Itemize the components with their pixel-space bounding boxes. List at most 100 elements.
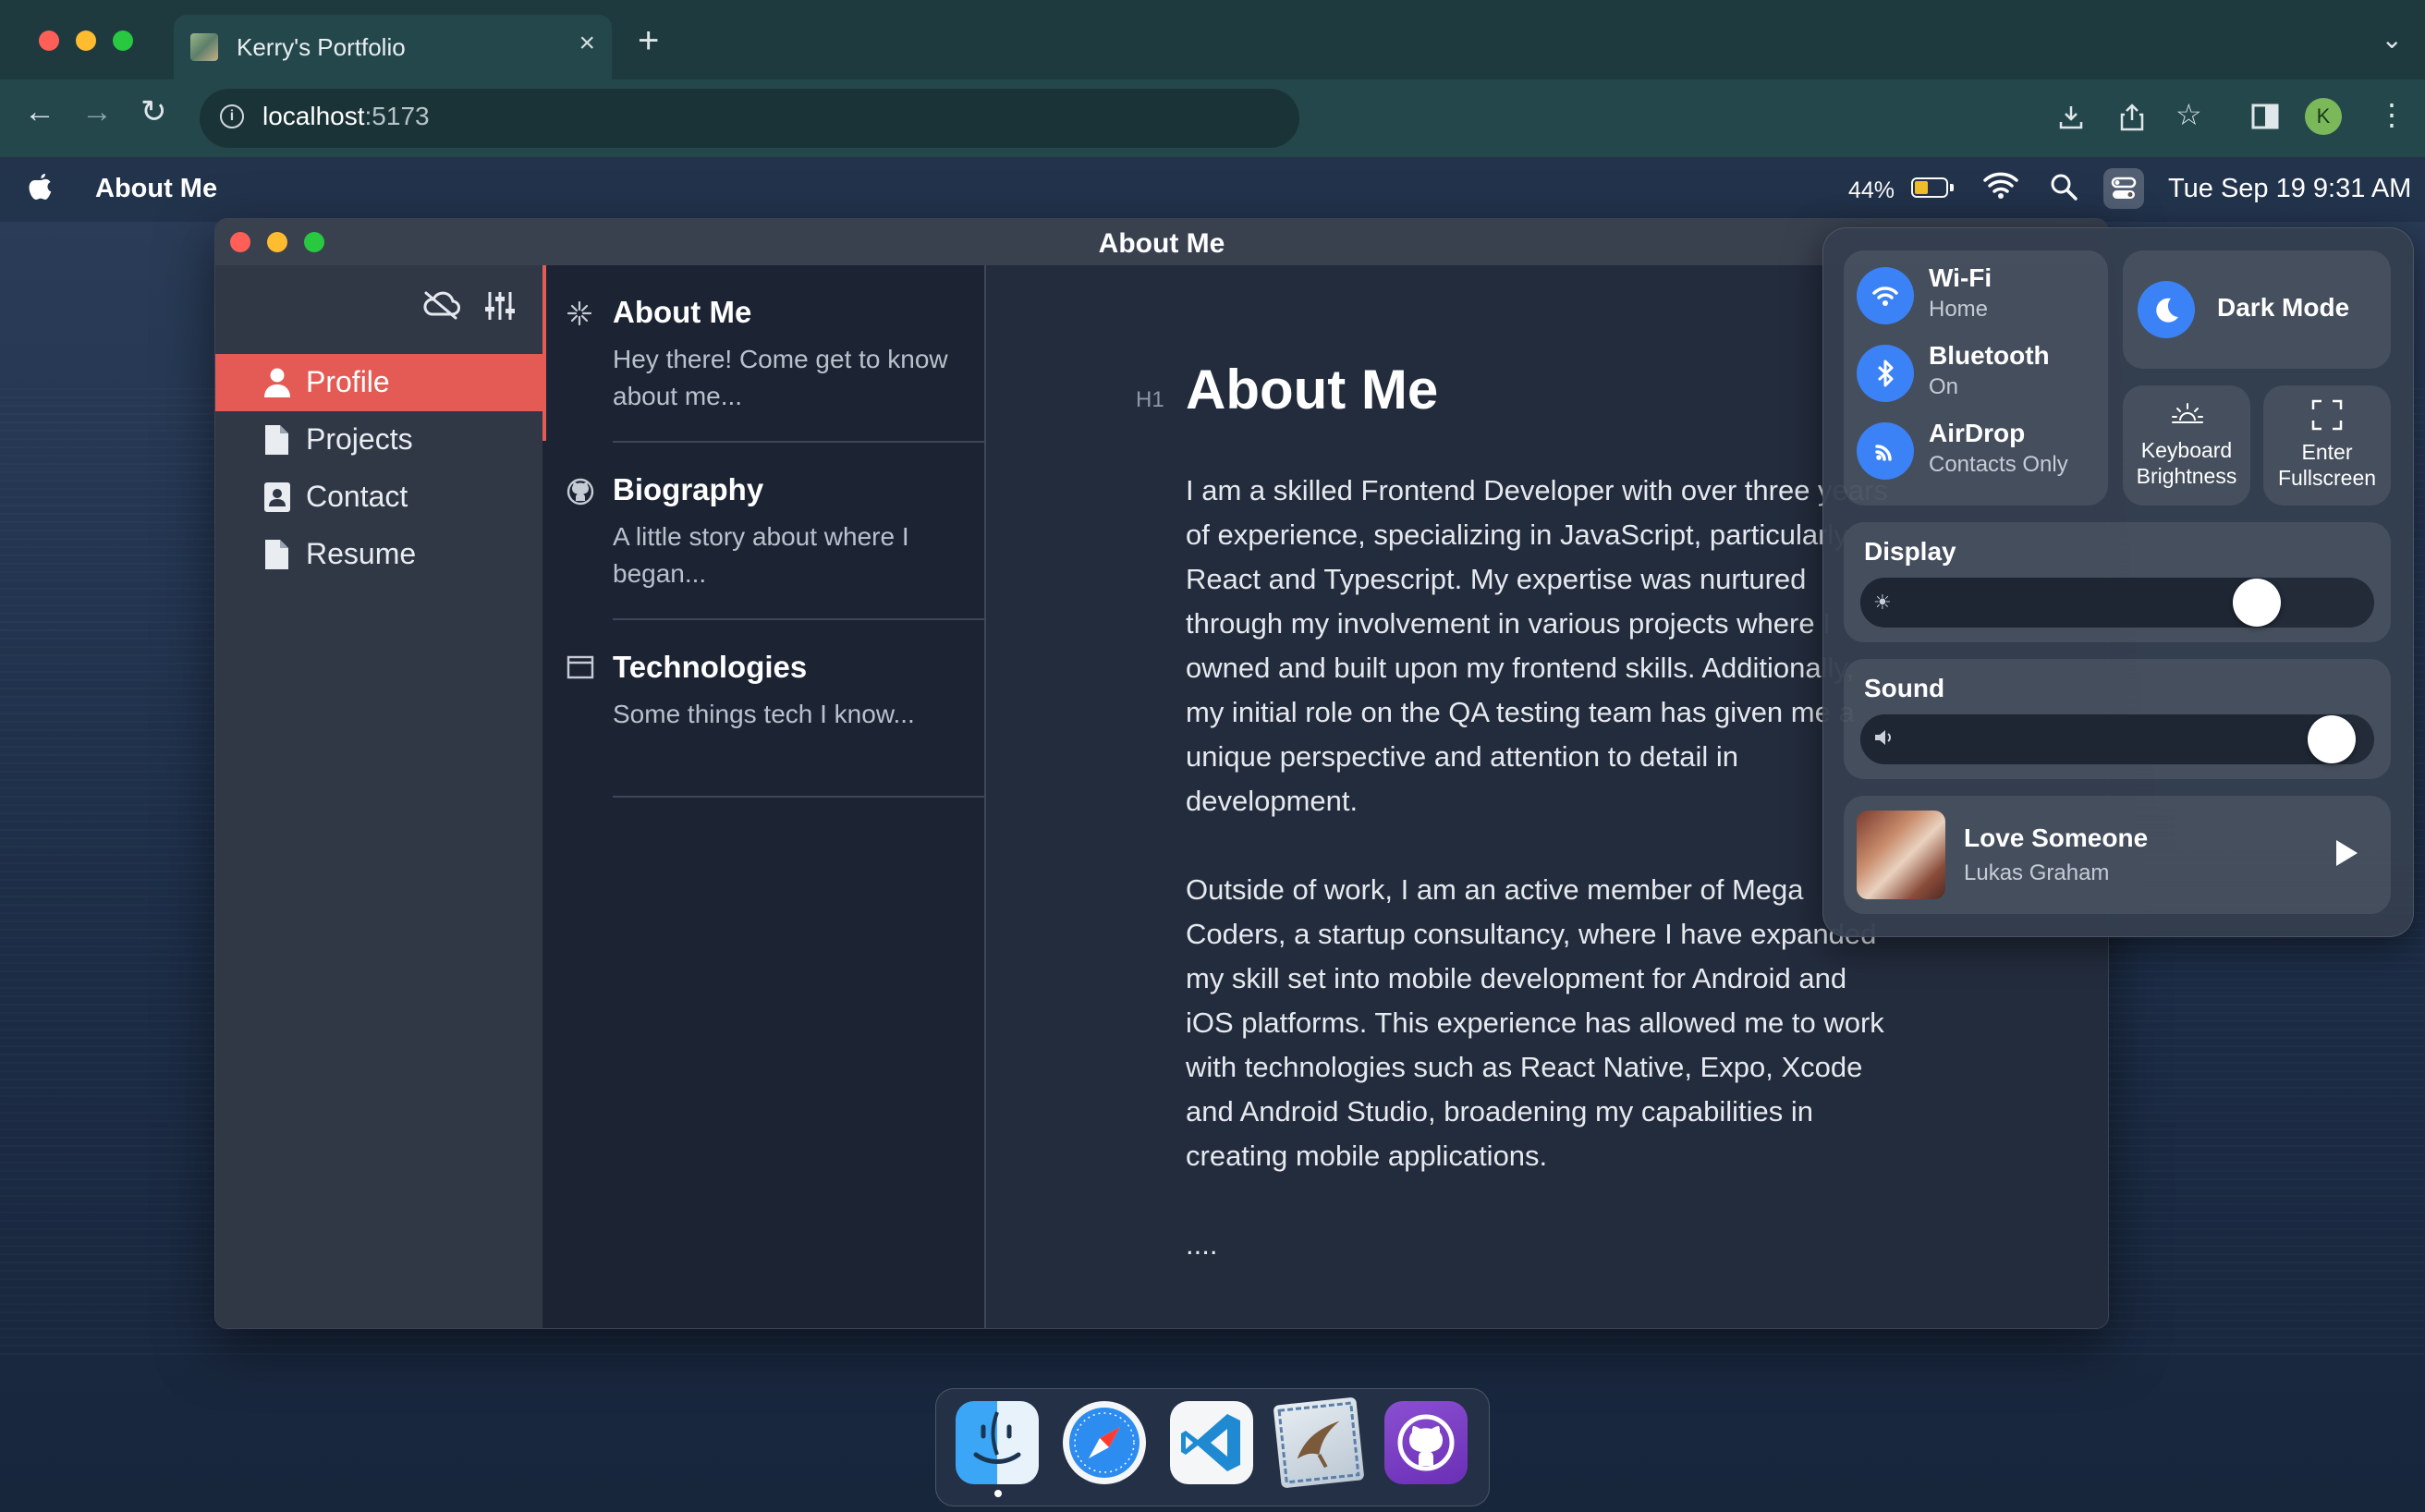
list-item-title: Technologies	[613, 650, 808, 684]
connectivity-name: AirDrop	[1929, 419, 2026, 447]
browser-close-button[interactable]	[39, 30, 59, 51]
profile-avatar[interactable]: K	[2305, 98, 2342, 135]
list-item-title: Biography	[613, 472, 764, 506]
github-icon[interactable]	[1384, 1401, 1468, 1484]
wifi-toggle[interactable]: Wi-Fi Home	[1857, 263, 2099, 334]
fullscreen-icon	[2310, 398, 2344, 436]
sliders-icon[interactable]	[483, 289, 517, 327]
apple-logo-icon[interactable]	[28, 172, 54, 210]
moon-icon	[2138, 281, 2195, 338]
now-playing-tile: Love Someone Lukas Graham	[1844, 796, 2391, 914]
display-label: Display	[1864, 537, 1956, 566]
install-app-icon[interactable]	[2057, 104, 2085, 136]
sidebar-item-profile[interactable]: Profile	[215, 354, 542, 411]
browser-minimize-button[interactable]	[76, 30, 96, 51]
tab-title: Kerry's Portfolio	[237, 33, 406, 61]
sidebar-item-projects[interactable]: Projects	[215, 411, 542, 469]
connectivity-status: On	[1929, 374, 1959, 399]
track-artist: Lukas Graham	[1964, 860, 2110, 885]
sidebar-item-label: Projects	[306, 422, 413, 456]
forward-arrow-icon[interactable]: →	[81, 96, 113, 128]
menubar-app-name[interactable]: About Me	[95, 174, 217, 204]
keyboard-brightness-icon	[2171, 402, 2204, 429]
article-ellipsis: ....	[1186, 1228, 1218, 1261]
fullscreen-line1: Enter	[2301, 440, 2353, 464]
back-arrow-icon[interactable]: ←	[24, 96, 55, 128]
sound-label: Sound	[1864, 674, 1945, 702]
browser-menu-icon[interactable]: ⋮	[2377, 100, 2407, 129]
list-divider	[613, 441, 984, 443]
finder-icon[interactable]	[956, 1401, 1039, 1484]
keyboard-brightness-line1: Keyboard	[2140, 438, 2233, 462]
bookmark-star-icon[interactable]: ☆	[2175, 100, 2202, 129]
list-item-technologies[interactable]: Technologies Some things tech I know...	[567, 650, 982, 770]
mail-icon[interactable]	[1273, 1396, 1365, 1489]
reload-icon[interactable]: ↻	[140, 96, 167, 128]
sidebar-item-contact[interactable]: Contact	[215, 469, 542, 526]
volume-slider-knob[interactable]	[2308, 715, 2356, 763]
list-item-description: Some things tech I know...	[613, 700, 915, 728]
tab-search-chevron-icon[interactable]: ⌄	[2382, 24, 2403, 55]
heading-level-marker: H1	[1136, 387, 1164, 412]
finder-running-indicator	[994, 1490, 1002, 1497]
airdrop-icon	[1857, 422, 1914, 480]
vscode-icon[interactable]	[1170, 1401, 1253, 1484]
control-center-icon[interactable]	[2103, 168, 2144, 209]
connectivity-status: Home	[1929, 297, 1989, 322]
bluetooth-toggle[interactable]: Bluetooth On	[1857, 341, 2099, 411]
volume-slider-fill	[1860, 714, 2356, 764]
article-title: About Me	[1186, 359, 1439, 421]
active-item-indicator	[542, 265, 546, 441]
track-title: Love Someone	[1964, 823, 2149, 852]
album-art	[1857, 811, 1945, 899]
battery-percentage[interactable]: 44%	[1848, 177, 1895, 204]
connectivity-name: Wi-Fi	[1929, 263, 1992, 292]
new-tab-button[interactable]: +	[638, 22, 659, 59]
sidebar-item-label: Contact	[306, 480, 408, 513]
article-paragraph: I am a skilled Frontend Developer with o…	[1186, 474, 1888, 817]
battery-level-fill	[1915, 181, 1928, 194]
display-brightness-slider[interactable]: ☀	[1860, 578, 2374, 628]
favicon-icon	[190, 33, 218, 61]
list-divider	[613, 618, 984, 620]
share-icon[interactable]	[2118, 102, 2146, 136]
browser-tab[interactable]: Kerry's Portfolio ×	[174, 15, 612, 79]
airdrop-toggle[interactable]: AirDrop Contacts Only	[1857, 419, 2099, 489]
side-panel-icon[interactable]	[2251, 104, 2279, 134]
sidebar-item-label: Profile	[306, 365, 390, 398]
enter-fullscreen-button[interactable]: Enter Fullscreen	[2263, 385, 2391, 506]
article-paragraph: Outside of work, I am an active member o…	[1186, 873, 1884, 1172]
speaker-icon	[1873, 727, 1895, 752]
document-icon	[263, 424, 289, 460]
wifi-icon[interactable]	[1982, 170, 2019, 204]
menubar-clock[interactable]: Tue Sep 19 9:31 AM	[2168, 174, 2411, 204]
contact-card-icon	[263, 482, 291, 518]
dark-mode-toggle[interactable]: Dark Mode	[2123, 250, 2391, 369]
control-center-panel: Wi-Fi Home Bluetooth On AirDrop Contacts…	[1822, 227, 2414, 937]
window-icon	[567, 655, 594, 684]
browser-zoom-button[interactable]	[113, 30, 133, 51]
play-icon[interactable]	[2334, 838, 2359, 872]
dark-mode-label: Dark Mode	[2217, 293, 2350, 322]
list-item-about-me[interactable]: About Me Hey there! Come get to know abo…	[567, 295, 982, 415]
cloud-off-icon[interactable]	[420, 289, 461, 325]
url-text: localhost:5173	[262, 102, 430, 130]
sparkle-icon	[567, 300, 592, 331]
site-info-icon[interactable]: i	[220, 104, 244, 128]
user-icon	[263, 367, 291, 403]
sun-icon: ☀	[1873, 591, 1892, 614]
tab-close-icon[interactable]: ×	[579, 28, 595, 59]
list-item-biography[interactable]: Biography A little story about where I b…	[567, 472, 982, 592]
spotlight-search-icon[interactable]	[2049, 172, 2078, 206]
battery-tip	[1950, 184, 1954, 191]
display-slider-knob[interactable]	[2233, 579, 2281, 627]
keyboard-brightness-line2: Brightness	[2136, 464, 2237, 488]
sidebar-item-resume[interactable]: Resume	[215, 526, 542, 583]
safari-icon[interactable]	[1063, 1401, 1146, 1484]
document-icon	[263, 539, 289, 575]
keyboard-brightness-label: Keyboard Brightness	[2123, 437, 2250, 489]
keyboard-brightness-button[interactable]: Keyboard Brightness	[2123, 385, 2250, 506]
display-slider-fill	[1860, 578, 2281, 628]
volume-slider[interactable]	[1860, 714, 2374, 764]
bluetooth-icon	[1857, 345, 1914, 402]
